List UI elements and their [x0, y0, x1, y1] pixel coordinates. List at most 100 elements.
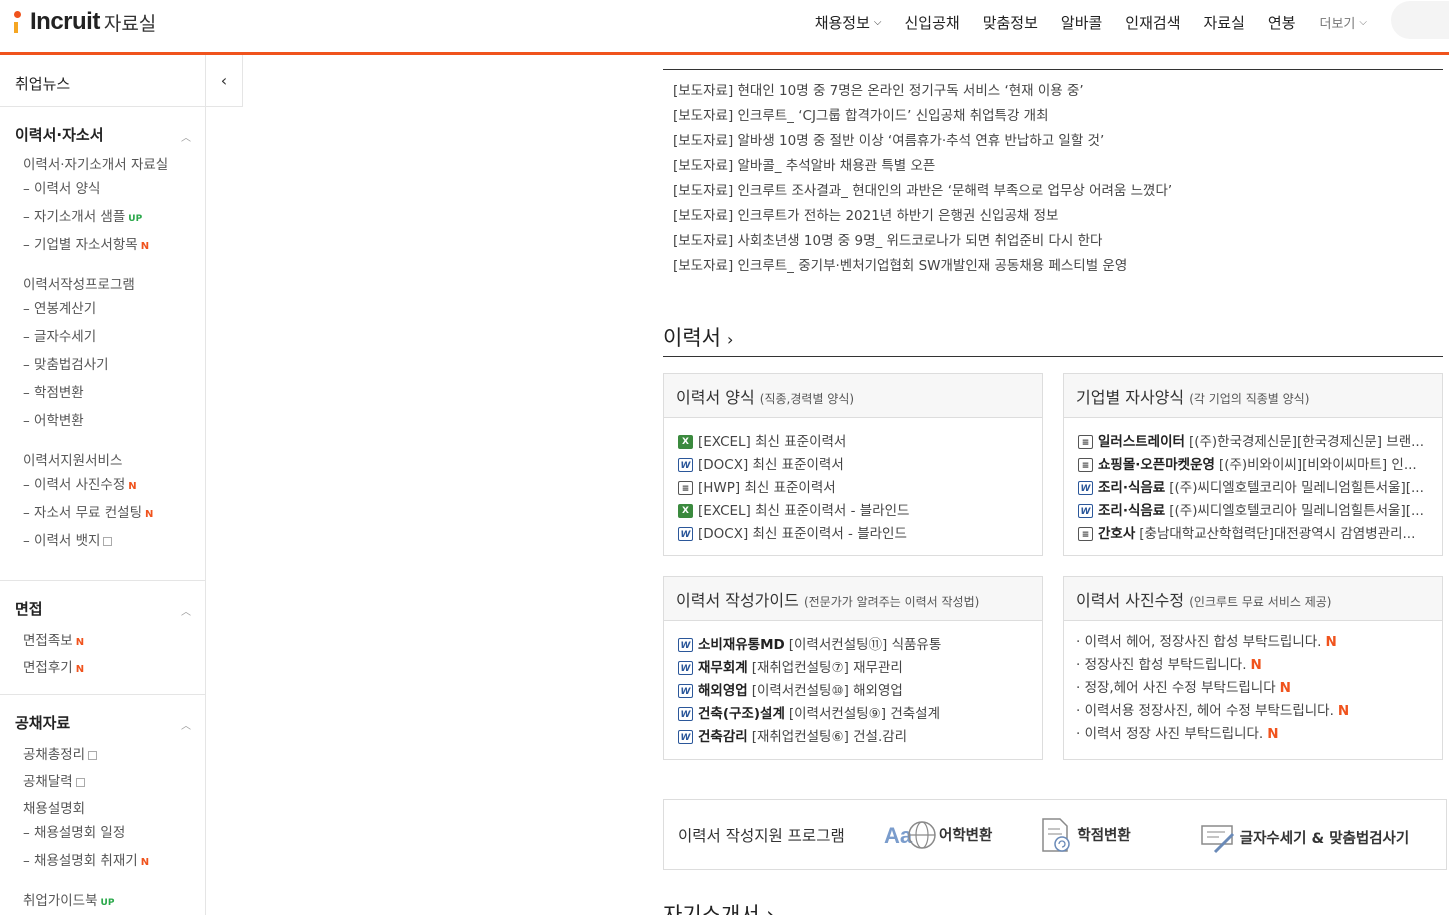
news-item[interactable]: [보도자료] 사회초년생 10명 중 9명_ 위드코로나가 되면 취업준비 다시… [673, 231, 1172, 256]
sidebar-item[interactable]: – 학점변환 [0, 381, 84, 401]
doc-link[interactable]: ≡ 쇼핑몰·오픈마켓운영 [(주)비와이씨][비와이씨마트] 인... [1078, 453, 1430, 476]
doc-link[interactable]: W 건축(구조)설계 [이력서컨설팅⑨] 건축설계 [678, 702, 1030, 725]
doc-link[interactable]: W 조리·식음료 [(주)씨디엘호텔코리아 밀레니엄힐튼서울][... [1078, 476, 1430, 499]
word-file-icon: W [678, 526, 693, 541]
doc-link[interactable]: X [EXCEL] 최신 표준이력서 [678, 430, 1030, 453]
photo-request-item[interactable]: · 정장사진 합성 부탁드립니다. N [1076, 656, 1442, 679]
hwp-file-icon: ≡ [1078, 434, 1093, 449]
logo-sub: 자료실 [103, 12, 157, 35]
word-file-icon: W [678, 683, 693, 698]
resume-section-title[interactable]: 이력서 › [663, 322, 1443, 357]
nav-item-custom[interactable]: 맞춤정보 [983, 12, 1038, 33]
photo-request-item[interactable]: · 이력서 헤어, 정장사진 합성 부탁드립니다. N [1076, 633, 1442, 656]
collapse-caret-icon[interactable]: ︿ [181, 129, 191, 144]
box-title[interactable]: 기업별 자사양식 (각 기업의 직종별 양식) [1064, 374, 1442, 418]
sidebar-item[interactable]: 면접족보 N [0, 629, 84, 649]
logo-mark-icon [14, 9, 28, 35]
word-file-icon: W [1078, 503, 1093, 518]
sidebar-collapse-button[interactable]: ‹ [206, 55, 243, 107]
news-item[interactable]: [보도자료] 인크루트가 전하는 2021년 하반기 은행권 신입공채 정보 [673, 206, 1172, 231]
hwp-file-icon: ≡ [1078, 526, 1093, 541]
news-list: [보도자료] 현대인 10명 중 7명은 온라인 정기구독 서비스 ‘현재 이용… [673, 81, 1172, 281]
sidebar-item[interactable]: 공채달력 [0, 770, 85, 790]
news-item[interactable]: [보도자료] 알바콜_ 추석알바 채용관 특별 오픈 [673, 156, 1172, 181]
sidebar-item[interactable]: – 어학변환 [0, 409, 84, 429]
logo-text: Incruit [30, 8, 100, 35]
doc-link[interactable]: ≡ [HWP] 최신 표준이력서 [678, 476, 1030, 499]
sidebar-item[interactable]: – 이력서 사진수정 N [0, 473, 137, 493]
language-icon: Aa [884, 817, 936, 853]
new-window-icon [103, 536, 113, 546]
nav-item-library[interactable]: 자료실 [1204, 12, 1245, 33]
sidebar-item[interactable]: – 글자수세기 [0, 325, 96, 345]
excel-file-icon: X [678, 434, 693, 449]
sidebar-item[interactable]: – 맞춤법검사기 [0, 353, 109, 373]
sidebar-group-title[interactable]: 공채자료 [0, 712, 70, 733]
word-file-icon: W [1078, 480, 1093, 495]
news-item[interactable]: [보도자료] 현대인 10명 중 7명은 온라인 정기구독 서비스 ‘현재 이용… [673, 81, 1172, 106]
program-bar-title: 이력서 작성지원 프로그램 [678, 826, 845, 845]
sidebar-item[interactable]: 채용설명회 [0, 797, 85, 817]
collapse-caret-icon[interactable]: ︿ [181, 717, 191, 732]
sidebar-group-title[interactable]: 이력서·자소서 [0, 124, 104, 145]
sidebar-item[interactable]: – 이력서 뱃지 [0, 529, 113, 549]
doc-link[interactable]: W 재무회계 [재취업컨설팅⑦] 재무관리 [678, 656, 1030, 679]
nav-item-albacall[interactable]: 알바콜 [1061, 12, 1102, 33]
grade-icon [1040, 817, 1074, 853]
photo-request-item[interactable]: · 이력서 정장 사진 부탁드립니다. N [1076, 725, 1442, 748]
sidebar-item[interactable]: – 기업별 자소서항목 N [0, 233, 149, 253]
doc-link[interactable]: W [DOCX] 최신 표준이력서 [678, 453, 1030, 476]
nav-item-talent[interactable]: 인재검색 [1125, 12, 1180, 33]
sidebar-item[interactable]: 이력서작성프로그램 [0, 273, 135, 293]
doc-link[interactable]: ≡ 간호사 [충남대학교산학협력단]대전광역시 감염병관리... [1078, 522, 1430, 545]
sidebar-item[interactable]: 면접후기 N [0, 656, 84, 676]
news-item[interactable]: [보도자료] 인크루트 조사결과_ 현대인의 과반은 ‘문해력 부족으로 업무상… [673, 181, 1172, 206]
photo-request-item[interactable]: · 이력서용 정장사진, 헤어 수정 부탁드립니다. N [1076, 702, 1442, 725]
nav-item-jobs[interactable]: 채용정보 ⌵ [815, 12, 882, 33]
sidebar-item[interactable]: – 이력서 양식 [0, 177, 100, 197]
news-item[interactable]: [보도자료] 알바생 10명 중 절반 이상 ‘여름휴가·추석 연휴 반납하고 … [673, 131, 1172, 156]
cover-letter-section-title[interactable]: 자기소개서 › [663, 899, 775, 915]
chevron-down-icon: ⌵ [1359, 16, 1367, 28]
nav-more-button[interactable]: 더보기 ⌵ [1320, 13, 1367, 32]
grade-convert-link[interactable]: 학점변환 [1040, 817, 1131, 853]
sidebar-item[interactable]: – 자소서 무료 컨설팅 N [0, 501, 153, 521]
box-title[interactable]: 이력서 양식 (직종,경력별 양식) [664, 374, 1042, 418]
nav-item-salary[interactable]: 연봉 [1268, 12, 1296, 33]
sidebar-item[interactable]: – 자기소개서 샘플 UP [0, 205, 142, 225]
sidebar-group-interview: 면접 ︿ 면접족보 N 면접후기 N [0, 581, 205, 695]
sidebar-item[interactable]: – 연봉계산기 [0, 297, 96, 317]
sidebar-item[interactable]: – 채용설명회 일정 [0, 821, 125, 841]
nav-item-newgrad[interactable]: 신입공채 [904, 12, 959, 33]
incruit-logo[interactable]: Incruit 자료실 [14, 8, 156, 36]
news-item[interactable]: [보도자료] 인크루트_ 중기부·벤처기업협회 SW개발인재 공동채용 페스티벌… [673, 256, 1172, 281]
language-convert-link[interactable]: Aa 어학변환 [884, 817, 992, 853]
doc-link[interactable]: X [EXCEL] 최신 표준이력서 - 블라인드 [678, 499, 1030, 522]
sidebar-top-link[interactable]: 취업뉴스 [0, 55, 205, 107]
sidebar-item[interactable]: 취업가이드북 UP [0, 889, 114, 909]
sidebar-item[interactable]: – 채용설명회 취재기 N [0, 849, 149, 869]
box-title[interactable]: 이력서 사진수정 (인크루트 무료 서비스 제공) [1064, 577, 1442, 621]
global-nav: 채용정보 ⌵ 신입공채 맞춤정보 알바콜 인재검색 자료실 연봉 더보기 ⌵ [792, 1, 1449, 39]
photo-request-item[interactable]: · 정장,헤어 사진 수정 부탁드립니다 N [1076, 679, 1442, 702]
sidebar-item[interactable]: 이력서지원서비스 [0, 449, 122, 469]
resume-guide-box: 이력서 작성가이드 (전문가가 알려주는 이력서 작성법) W 소비재유통MD [이… [663, 576, 1043, 760]
sidebar-item[interactable]: 이력서·자기소개서 자료실 [0, 153, 168, 173]
box-title[interactable]: 이력서 작성가이드 (전문가가 알려주는 이력서 작성법) [664, 577, 1042, 621]
doc-link[interactable]: W [DOCX] 최신 표준이력서 - 블라인드 [678, 522, 1030, 545]
news-item[interactable]: [보도자료] 인크루트_ ‘CJ그룹 합격가이드’ 신입공채 취업특강 개최 [673, 106, 1172, 131]
doc-link[interactable]: ≡ 일러스트레이터 [(주)한국경제신문][한국경제신문] 브랜... [1078, 430, 1430, 453]
word-file-icon: W [678, 660, 693, 675]
spellcheck-link[interactable]: 글자수세기 & 맞춤법검사기 [1201, 822, 1409, 854]
doc-link[interactable]: W 조리·식음료 [(주)씨디엘호텔코리아 밀레니엄힐튼서울][... [1078, 499, 1430, 522]
doc-link[interactable]: W 해외영업 [이력서컨설팅⑩] 해외영업 [678, 679, 1030, 702]
search-box[interactable] [1391, 1, 1449, 39]
top-header: Incruit 자료실 채용정보 ⌵ 신입공채 맞춤정보 알바콜 인재검색 자료실… [0, 0, 1449, 55]
sidebar-item[interactable]: 공채총정리 [0, 743, 98, 763]
collapse-caret-icon[interactable]: ︿ [181, 603, 191, 618]
doc-link[interactable]: W 소비재유통MD [이력서컨설팅⑪] 식품유통 [678, 633, 1030, 656]
sidebar-group-title[interactable]: 면접 [0, 598, 43, 619]
resume-program-bar: 이력서 작성지원 프로그램 Aa 어학변환 학점변환 글자수세기 & 맞춤법검사… [663, 799, 1447, 870]
doc-link[interactable]: W 건축감리 [재취업컨설팅⑥] 건설.감리 [678, 725, 1030, 748]
excel-file-icon: X [678, 503, 693, 518]
